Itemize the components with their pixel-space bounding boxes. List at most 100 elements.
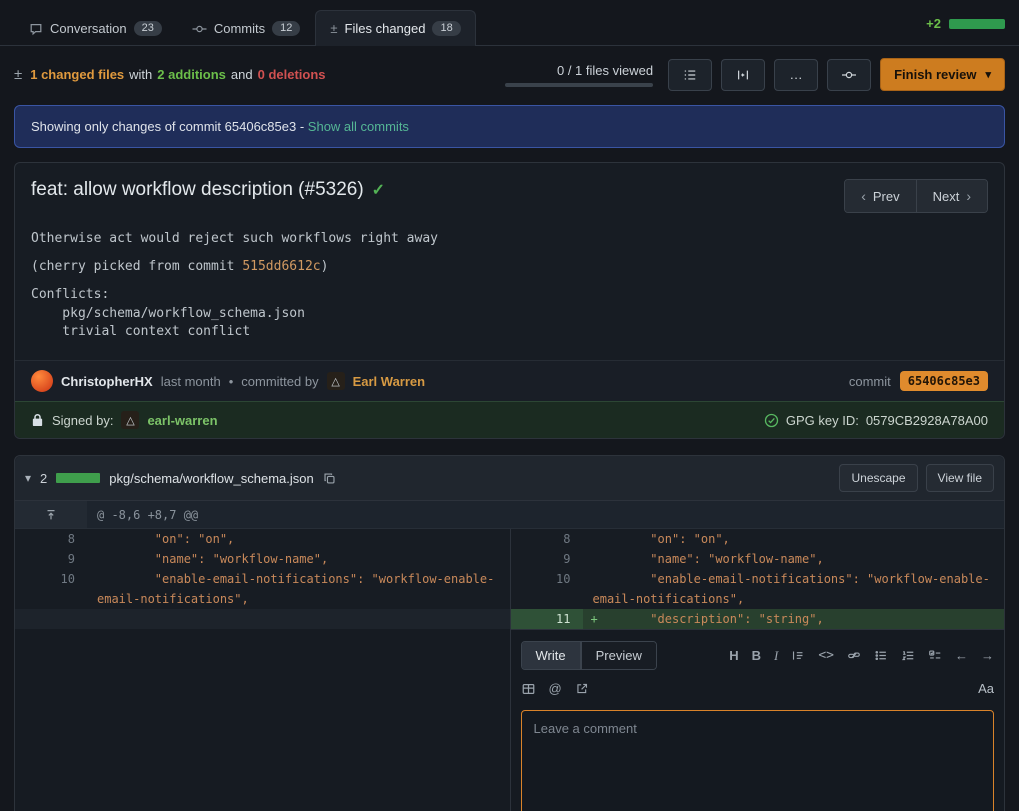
table-icon[interactable] [521, 682, 536, 696]
summary-and: and [231, 67, 253, 82]
code-line: "name": "workflow-name", [87, 549, 510, 569]
tab-files-changed[interactable]: ± Files changed 18 [315, 10, 475, 46]
mention-icon[interactable]: @ [549, 682, 562, 695]
commit-hash-badge[interactable]: 65406c85e3 [900, 371, 988, 391]
caret-down-icon: ▾ [985, 68, 991, 81]
preview-tab[interactable]: Preview [581, 642, 656, 669]
copy-path-icon[interactable] [323, 472, 336, 485]
comment-input[interactable] [521, 710, 995, 811]
code-line: "on": "on", [583, 529, 1005, 549]
arrow-left-icon[interactable]: ← [955, 649, 968, 662]
diff-old-column: 8 "on": "on", 9 "name": "workflow-name",… [15, 529, 510, 811]
diff-line-new-10: 10 "enable-email-notifications": "workfl… [511, 569, 1005, 609]
commit-icon [192, 22, 207, 36]
empty-diff-placeholder [15, 609, 510, 629]
line-number[interactable]: 8 [15, 529, 87, 549]
unescape-button[interactable]: Unescape [839, 464, 917, 492]
ci-success-icon[interactable]: ✓ [372, 180, 385, 200]
signer-name[interactable]: earl-warren [147, 413, 217, 428]
file-tree-toggle-button[interactable] [668, 59, 712, 91]
diff-summary-row: ± 1 changed files with 2 additions and 0… [0, 46, 1019, 103]
author-name[interactable]: ChristopherHX [61, 374, 153, 389]
finish-review-label: Finish review [894, 67, 976, 82]
changed-files-count[interactable]: 1 changed files [30, 67, 124, 82]
files-viewed-indicator: 0 / 1 files viewed [505, 63, 653, 87]
diff-icon: ± [330, 21, 337, 36]
next-label: Next [933, 189, 960, 204]
write-tab[interactable]: Write [522, 642, 581, 669]
line-number[interactable]: 8 [511, 529, 583, 549]
ordered-list-icon[interactable] [901, 649, 915, 662]
collapse-file-icon[interactable]: ▾ [25, 471, 31, 485]
quote-icon[interactable] [791, 649, 805, 662]
diff-line-new-9: 9 "name": "workflow-name", [511, 549, 1005, 569]
code-line: + "description": "string", [583, 609, 1005, 629]
commit-icon [841, 68, 857, 82]
global-diff-stat: +2 [926, 16, 1005, 45]
file-stat-bar [56, 473, 100, 483]
tab-commits[interactable]: Commits 12 [177, 10, 316, 46]
finish-review-button[interactable]: Finish review ▾ [880, 58, 1005, 91]
tab-conversation-label: Conversation [50, 21, 127, 36]
single-commit-banner: Showing only changes of commit 65406c85e… [14, 105, 1005, 148]
diff-left-empty-area [15, 629, 510, 811]
arrow-right-icon[interactable]: → [981, 649, 994, 662]
expand-up-icon [44, 508, 58, 522]
heading-icon[interactable]: H [729, 649, 738, 662]
line-number[interactable]: 10 [511, 569, 583, 609]
files-viewed-text: 0 / 1 files viewed [557, 63, 653, 78]
diff-view-options-button[interactable] [721, 59, 765, 91]
diff-toolbar: 0 / 1 files viewed … Finish review ▾ [505, 58, 1005, 91]
line-number[interactable]: 9 [15, 549, 87, 569]
file-tree-icon [682, 68, 698, 82]
ellipsis-icon: … [789, 67, 802, 82]
diff-line-new-11-added: 11 + "description": "string", [511, 609, 1005, 629]
diff-summary-text: ± 1 changed files with 2 additions and 0… [14, 66, 326, 83]
next-commit-button[interactable]: Next › [916, 180, 987, 212]
committer-avatar[interactable]: △ [327, 372, 345, 390]
line-number[interactable]: 10 [15, 569, 87, 609]
diff-line-old-10: 10 "enable-email-notifications": "workfl… [15, 569, 510, 609]
bold-icon[interactable]: B [752, 649, 761, 662]
tab-files-changed-label: Files changed [345, 21, 426, 36]
cherry-pick-prefix: (cherry picked from commit [31, 259, 242, 274]
gpg-key-label: GPG key ID: [786, 413, 859, 428]
conversation-count-badge: 23 [134, 21, 162, 36]
file-name[interactable]: pkg/schema/workflow_schema.json [109, 471, 313, 486]
italic-icon[interactable]: I [774, 649, 778, 662]
check-circle-icon [764, 413, 779, 428]
cross-reference-icon[interactable] [575, 682, 589, 695]
gpg-key-id: 0579CB2928A78A00 [866, 413, 988, 428]
prev-commit-button[interactable]: ‹ Prev [845, 180, 915, 212]
added-code-text: "description": "string", [593, 612, 824, 626]
link-icon[interactable] [847, 649, 861, 662]
committer-name[interactable]: Earl Warren [353, 374, 426, 389]
signer-avatar[interactable]: △ [121, 411, 139, 429]
tab-conversation[interactable]: Conversation 23 [14, 10, 177, 46]
diff-stat-bar [949, 19, 1005, 29]
file-actions: Unescape View file [839, 464, 994, 492]
show-all-commits-link[interactable]: Show all commits [308, 119, 409, 134]
file-diff-panel: ▾ 2 pkg/schema/workflow_schema.json Unes… [14, 455, 1005, 811]
file-change-count: 2 [40, 471, 47, 486]
line-number[interactable]: 9 [511, 549, 583, 569]
unordered-list-icon[interactable] [874, 649, 888, 662]
commits-count-badge: 12 [272, 21, 300, 36]
code-icon[interactable]: <> [818, 649, 834, 662]
diff-line-old-8: 8 "on": "on", [15, 529, 510, 549]
prev-label: Prev [873, 189, 900, 204]
expand-hunk-button[interactable] [15, 501, 87, 528]
task-list-icon[interactable] [928, 649, 942, 662]
font-mode-toggle[interactable]: Aa [978, 681, 994, 696]
code-line: "enable-email-notifications": "workflow-… [87, 569, 510, 609]
summary-with: with [129, 67, 152, 82]
author-avatar[interactable] [31, 370, 53, 392]
commit-label: commit [849, 374, 891, 389]
hunk-header-row: @ -8,6 +8,7 @@ [15, 501, 1004, 529]
more-options-button[interactable]: … [774, 59, 818, 91]
view-file-button[interactable]: View file [926, 464, 994, 492]
line-number[interactable]: 11 [511, 609, 583, 629]
commit-select-button[interactable] [827, 59, 871, 91]
cherry-pick-hash-link[interactable]: 515dd6612c [242, 259, 320, 274]
markdown-toolbar: H B I <> [729, 649, 994, 662]
